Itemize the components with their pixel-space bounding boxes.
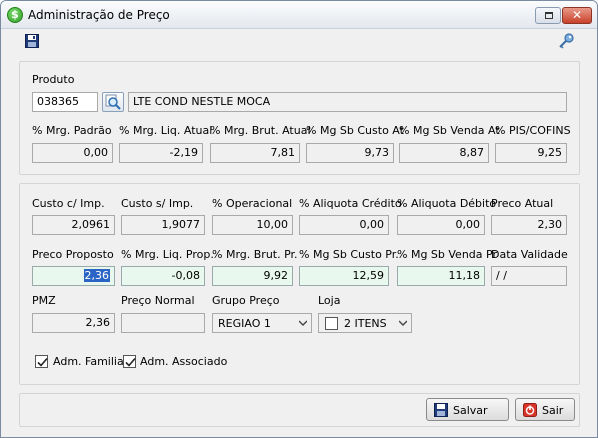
- close-icon: ✕: [571, 8, 583, 22]
- restore-button[interactable]: [535, 7, 561, 24]
- label-mg-sb-venda-pr: % Mg Sb Venda Pr: [397, 248, 497, 261]
- loja-value: 2 ITENS: [344, 317, 387, 330]
- field-custo-s-imp: 1,9077: [121, 215, 205, 235]
- label-preco-atual: Preco Atual: [491, 197, 554, 210]
- field-mrg-brut-pr[interactable]: 9,92: [212, 266, 293, 286]
- label-mrg-liq-atual: % Mrg. Liq. Atual: [119, 124, 213, 137]
- grupo-preco-value: REGIAO 1: [218, 317, 271, 330]
- label-preco-normal: Preço Normal: [121, 294, 195, 307]
- produto-description: LTE COND NESTLE MOCA: [128, 92, 567, 112]
- salvar-button[interactable]: Salvar: [426, 398, 509, 421]
- power-icon: [523, 403, 537, 417]
- label-mg-sb-custo-at: % Mg Sb Custo At: [306, 124, 404, 137]
- chevron-down-icon: [399, 320, 407, 326]
- window-title: Administração de Preço: [28, 8, 170, 22]
- field-mrg-liq-prop[interactable]: -0,08: [121, 266, 205, 286]
- label-loja: Loja: [318, 294, 341, 307]
- field-preco-proposto[interactable]: 2,36: [32, 266, 115, 286]
- checkmark-icon: [37, 357, 48, 367]
- produto-label: Produto: [32, 73, 75, 86]
- label-mrg-brut-pr: % Mrg. Brut. Pr.: [212, 248, 298, 261]
- dollar-icon: $: [7, 7, 23, 23]
- adm-associado-label[interactable]: Adm. Associado: [140, 355, 227, 368]
- restore-icon: [545, 12, 553, 19]
- checkmark-icon: [125, 357, 136, 367]
- chevron-down-icon: [299, 320, 307, 326]
- label-pis-cofins: % PIS/COFINS: [495, 124, 571, 137]
- search-button[interactable]: [102, 92, 124, 112]
- field-pis-cofins: 9,25: [495, 143, 567, 163]
- field-mrg-liq-atual: -2,19: [119, 143, 203, 163]
- field-operacional[interactable]: 10,00: [212, 215, 293, 235]
- label-mrg-brut-atual: % Mrg. Brut. Atual: [210, 124, 311, 137]
- field-pmz: 2,36: [32, 313, 115, 333]
- grupo-preco-select[interactable]: REGIAO 1: [212, 313, 312, 333]
- label-preco-proposto: Preco Proposto: [32, 248, 114, 261]
- loja-select[interactable]: 2 ITENS: [318, 313, 412, 333]
- field-mg-sb-custo-pr[interactable]: 12,59: [299, 266, 389, 286]
- field-mg-sb-venda-at: 8,87: [399, 143, 489, 163]
- label-data-validade: Data Validade: [491, 248, 568, 261]
- label-mrg-liq-prop: % Mrg. Liq. Prop.: [121, 248, 214, 261]
- title-bar[interactable]: $ Administração de Preço ✕: [1, 1, 597, 29]
- adm-familia-checkbox[interactable]: [35, 355, 48, 368]
- field-data-validade[interactable]: / /: [491, 266, 567, 286]
- label-pmz: PMZ: [32, 294, 56, 307]
- adm-familia-label[interactable]: Adm. Familia: [53, 355, 124, 368]
- loja-checkbox[interactable]: [325, 317, 338, 330]
- field-mg-sb-custo-at: 9,73: [306, 143, 394, 163]
- search-icon: [105, 94, 121, 110]
- salvar-label: Salvar: [453, 404, 488, 417]
- produto-code-input[interactable]: 038365: [32, 92, 98, 112]
- main-window: $ Administração de Preço ✕ Produto 03836…: [0, 0, 598, 438]
- key-icon[interactable]: [557, 32, 575, 50]
- field-custo-c-imp: 2,0961: [32, 215, 115, 235]
- label-mg-sb-custo-pr: % Mg Sb Custo Pr.: [299, 248, 399, 261]
- label-operacional: % Operacional: [212, 197, 293, 210]
- label-aliquota-credito: % Aliquota Crédito: [299, 197, 402, 210]
- adm-associado-checkbox[interactable]: [123, 355, 136, 368]
- label-grupo-preco: Grupo Preço: [212, 294, 280, 307]
- label-mrg-padrao: % Mrg. Padrão: [32, 124, 112, 137]
- label-mg-sb-venda-at: % Mg Sb Venda At: [399, 124, 500, 137]
- preco-proposto-value[interactable]: 2,36: [83, 269, 110, 282]
- field-aliquota-debito: 0,00: [397, 215, 485, 235]
- close-button[interactable]: ✕: [562, 7, 592, 24]
- field-preco-normal[interactable]: [121, 313, 205, 333]
- sair-label: Sair: [542, 404, 564, 417]
- label-custo-c-imp: Custo c/ Imp.: [32, 197, 105, 210]
- label-custo-s-imp: Custo s/ Imp.: [121, 197, 194, 210]
- label-aliquota-debito: % Aliquota Débito: [397, 197, 497, 210]
- field-mg-sb-venda-pr[interactable]: 11,18: [397, 266, 485, 286]
- field-mrg-padrao: 0,00: [32, 143, 113, 163]
- field-preco-atual: 2,30: [491, 215, 567, 235]
- sair-button[interactable]: Sair: [515, 398, 575, 421]
- floppy-disk-icon[interactable]: [25, 34, 39, 48]
- field-mrg-brut-atual: 7,81: [210, 143, 300, 163]
- floppy-disk-icon: [434, 403, 448, 417]
- field-aliquota-credito: 0,00: [299, 215, 389, 235]
